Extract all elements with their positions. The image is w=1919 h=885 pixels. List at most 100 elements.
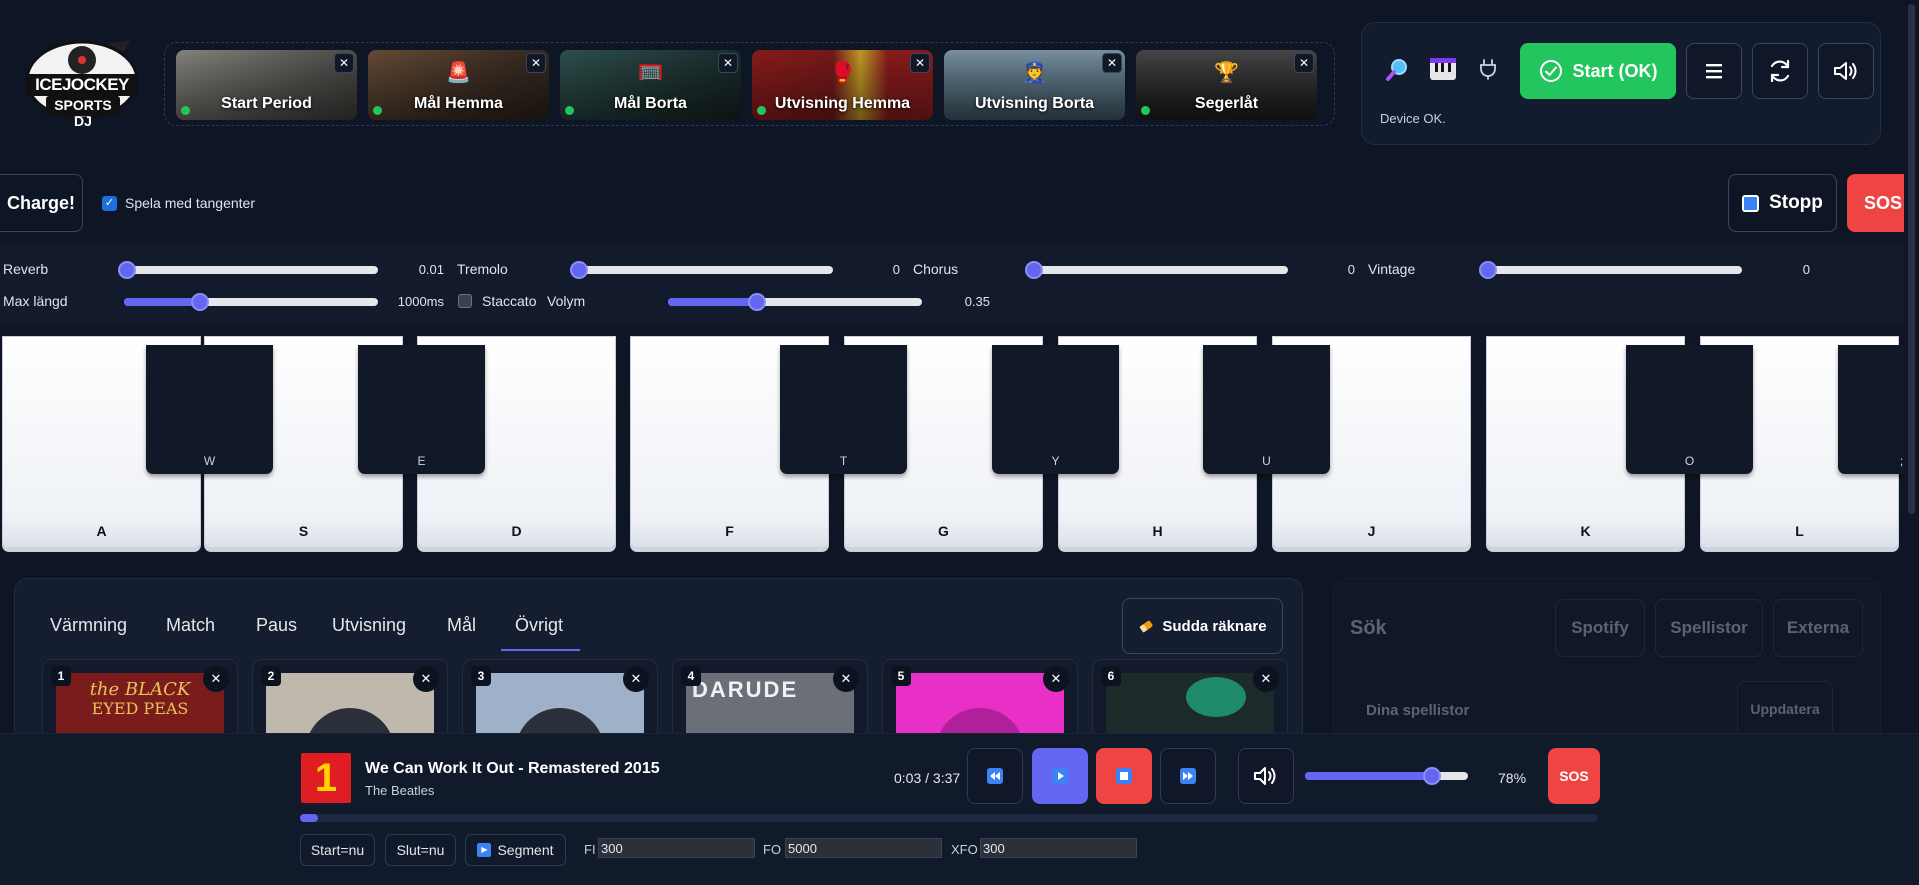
fade-in-input[interactable] xyxy=(598,838,755,858)
previous-button[interactable] xyxy=(967,748,1023,804)
crossfade-out-input[interactable] xyxy=(980,838,1137,858)
refresh-icon xyxy=(1770,59,1790,83)
remove-hotkey-button[interactable]: ✕ xyxy=(526,53,546,73)
hotkey-mal-hemma[interactable]: 🚨 Mål Hemma ✕ xyxy=(368,50,549,120)
tremolo-slider[interactable] xyxy=(570,261,833,279)
refresh-button[interactable] xyxy=(1752,43,1808,99)
device-status-text: Device OK. xyxy=(1380,111,1446,126)
hotkey-utvisning-borta[interactable]: 👮 Utvisning Borta ✕ xyxy=(944,50,1125,120)
update-playlists-button[interactable]: Uppdatera xyxy=(1737,681,1833,737)
hotkey-label: Mål Borta xyxy=(614,95,687,112)
logo-line1: ICEJOCKEY xyxy=(35,75,129,94)
hotkey-label: Segerlåt xyxy=(1194,95,1259,112)
start-button[interactable]: Start (OK) xyxy=(1520,43,1676,99)
piano-key-o[interactable]: O xyxy=(1626,345,1753,474)
volume-slider[interactable] xyxy=(668,293,922,311)
page-scrollbar[interactable] xyxy=(1904,0,1919,520)
tab-mal[interactable]: Mål xyxy=(447,615,476,636)
piano-key-t[interactable]: T xyxy=(780,345,907,474)
sound-card[interactable]: 6 ✕ xyxy=(1092,659,1288,739)
playlists-button[interactable]: Spellistor xyxy=(1655,599,1763,657)
next-button[interactable] xyxy=(1160,748,1216,804)
fade-out-input[interactable] xyxy=(785,838,942,858)
player-volume-value: 78% xyxy=(1498,770,1527,786)
reverb-value: 0.01 xyxy=(418,262,444,277)
player-sos-button[interactable]: SOS xyxy=(1548,748,1600,804)
remove-hotkey-button[interactable]: ✕ xyxy=(1102,53,1122,73)
piano-key-u[interactable]: U xyxy=(1203,345,1330,474)
crossfade-out-label: XFO xyxy=(951,842,978,857)
segment-label: Segment xyxy=(497,842,554,858)
track-artist: The Beatles xyxy=(365,783,435,798)
menu-button[interactable] xyxy=(1686,43,1742,99)
remove-card-button[interactable]: ✕ xyxy=(833,666,859,692)
tab-paus[interactable]: Paus xyxy=(256,615,297,636)
remove-card-button[interactable]: ✕ xyxy=(1043,666,1069,692)
mute-button[interactable] xyxy=(1238,748,1294,804)
max-length-label: Max längd xyxy=(3,293,68,309)
card-number: 5 xyxy=(891,666,911,686)
clear-counters-label: Sudda räknare xyxy=(1162,617,1267,635)
vintage-slider[interactable] xyxy=(1479,261,1742,279)
player-volume-slider[interactable] xyxy=(1305,767,1468,785)
play-with-keys-checkbox[interactable]: ✓ xyxy=(102,195,117,211)
reverb-slider[interactable] xyxy=(117,261,378,279)
speaker-icon xyxy=(1834,62,1857,80)
sound-card[interactable]: 5 ✕ xyxy=(882,659,1078,739)
sound-card[interactable]: DARUDE 4 ✕ xyxy=(672,659,868,739)
external-button[interactable]: Externa xyxy=(1773,599,1863,657)
active-tab-indicator xyxy=(501,649,580,651)
track-progress-bar[interactable] xyxy=(300,814,1598,822)
remove-hotkey-button[interactable]: ✕ xyxy=(1294,53,1314,73)
tab-utvisning[interactable]: Utvisning xyxy=(332,615,406,636)
max-length-slider[interactable] xyxy=(124,293,378,311)
piano-keyboard-icon[interactable] xyxy=(1425,51,1461,87)
clear-counters-button[interactable]: Sudda räknare xyxy=(1122,598,1283,654)
piano-key-w[interactable]: W xyxy=(146,345,273,474)
start-now-button[interactable]: Start=nu xyxy=(300,834,375,866)
remove-hotkey-button[interactable]: ✕ xyxy=(910,53,930,73)
album-art xyxy=(1106,673,1274,738)
hotkey-mal-borta[interactable]: 🥅 Mål Borta ✕ xyxy=(560,50,741,120)
volume-label: Volym xyxy=(547,293,586,309)
remove-hotkey-button[interactable]: ✕ xyxy=(334,53,354,73)
hotkey-utvisning-hemma[interactable]: 🥊 Utvisning Hemma ✕ xyxy=(752,50,933,120)
play-button[interactable] xyxy=(1032,748,1088,804)
tab-ovrigt[interactable]: Övrigt xyxy=(515,615,563,636)
hotkey-segerlat[interactable]: 🏆 Segerlåt ✕ xyxy=(1136,50,1317,120)
hotkey-start-period[interactable]: Start Period ✕ xyxy=(176,50,357,120)
remove-hotkey-button[interactable]: ✕ xyxy=(718,53,738,73)
staccato-checkbox[interactable] xyxy=(458,294,472,308)
card-number: 6 xyxy=(1101,666,1121,686)
spotify-button[interactable]: Spotify xyxy=(1555,599,1645,657)
audio-output-button[interactable] xyxy=(1818,43,1874,99)
hamburger-icon xyxy=(1706,64,1722,79)
piano-key-y[interactable]: Y xyxy=(992,345,1119,474)
sound-card[interactable]: the BLACK EYED PEAS 1 ✕ xyxy=(42,659,238,739)
piano-key-e[interactable]: E xyxy=(358,345,485,474)
sound-card[interactable]: 2 ✕ xyxy=(252,659,448,739)
remove-card-button[interactable]: ✕ xyxy=(1253,666,1279,692)
segment-button[interactable]: ▶ Segment xyxy=(465,834,566,866)
speaker-icon xyxy=(1254,767,1276,785)
remove-card-button[interactable]: ✕ xyxy=(623,666,649,692)
plug-icon[interactable] xyxy=(1470,51,1506,87)
play-icon: ▶ xyxy=(477,843,492,857)
play-with-keys-toggle[interactable]: ✓ Spela med tangenter xyxy=(102,195,255,211)
remove-card-button[interactable]: ✕ xyxy=(413,666,439,692)
piano-key-semicolon[interactable]: ; xyxy=(1838,345,1904,474)
magnifier-icon[interactable] xyxy=(1380,51,1416,87)
chorus-slider[interactable] xyxy=(1025,261,1288,279)
end-now-button[interactable]: Slut=nu xyxy=(385,834,456,866)
charge-button[interactable]: Charge! xyxy=(0,174,83,232)
status-dot xyxy=(181,106,190,115)
remove-card-button[interactable]: ✕ xyxy=(203,666,229,692)
stop-button-label: Stopp xyxy=(1769,192,1823,213)
tab-match[interactable]: Match xyxy=(166,615,215,636)
tab-varmning[interactable]: Värmning xyxy=(50,615,127,636)
stop-playback-button[interactable] xyxy=(1096,748,1152,804)
siren-icon: 🚨 xyxy=(446,62,471,84)
stop-button[interactable]: Stopp xyxy=(1728,174,1837,232)
sound-card[interactable]: 3 ✕ xyxy=(462,659,658,739)
status-dot xyxy=(1141,106,1150,115)
